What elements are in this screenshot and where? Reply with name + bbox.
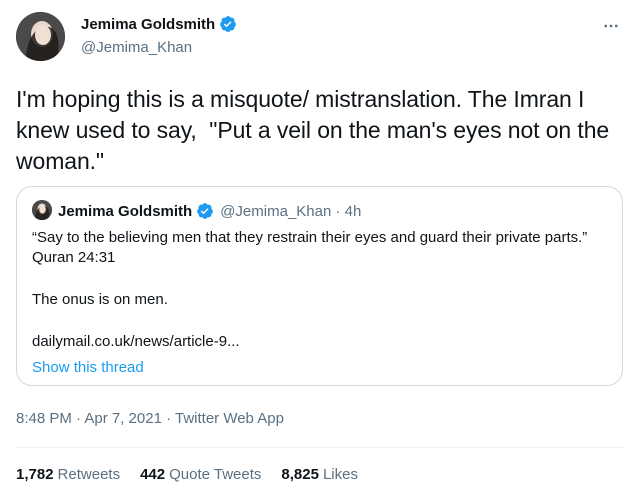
divider (16, 447, 624, 448)
likes-stat[interactable]: 8,825 Likes (281, 466, 358, 483)
tweet-timestamp[interactable]: 8:48 PM · Apr 7, 2021 · Twitter Web App (16, 410, 284, 427)
verified-badge-icon (196, 202, 214, 220)
quote-tweets-stat[interactable]: 442 Quote Tweets (140, 466, 261, 483)
author-name-text: Jemima Goldsmith (81, 15, 216, 33)
stat-count: 8,825 (281, 466, 319, 483)
avatar[interactable] (16, 12, 65, 61)
more-button[interactable] (598, 13, 624, 39)
quoted-avatar (32, 200, 52, 220)
quoted-author-name: Jemima Goldsmith (58, 202, 193, 220)
author-handle[interactable]: @Jemima_Khan (81, 39, 192, 56)
quoted-link[interactable]: dailymail.co.uk/news/article-9... (32, 333, 240, 350)
quoted-tweet-card[interactable]: Jemima Goldsmith @Jemima_Khan · 4h “Say … (16, 186, 623, 386)
more-icon (604, 24, 618, 28)
quoted-paragraph: The onus is on men. (32, 291, 168, 308)
quoted-header: Jemima Goldsmith @Jemima_Khan · 4h (58, 202, 361, 220)
show-thread-link[interactable]: Show this thread (32, 359, 144, 376)
engagement-stats: 1,782 Retweets 442 Quote Tweets 8,825 Li… (16, 466, 378, 483)
tweet: Jemima Goldsmith @Jemima_Khan I'm hoping… (0, 0, 640, 499)
quoted-meta: @Jemima_Khan · 4h (220, 202, 362, 220)
stat-count: 1,782 (16, 466, 54, 483)
quoted-paragraph: “Say to the believing men that they rest… (32, 229, 588, 266)
verified-badge-icon (219, 15, 237, 33)
stat-label: Likes (322, 466, 358, 483)
stat-count: 442 (140, 466, 166, 483)
stat-label: Quote Tweets (169, 466, 262, 483)
tweet-text: I'm hoping this is a misquote/ mistransl… (16, 86, 616, 174)
author-name[interactable]: Jemima Goldsmith (81, 15, 237, 33)
retweets-stat[interactable]: 1,782 Retweets (16, 466, 120, 483)
stat-label: Retweets (57, 466, 121, 483)
quoted-body: “Say to the believing men that they rest… (32, 228, 602, 350)
